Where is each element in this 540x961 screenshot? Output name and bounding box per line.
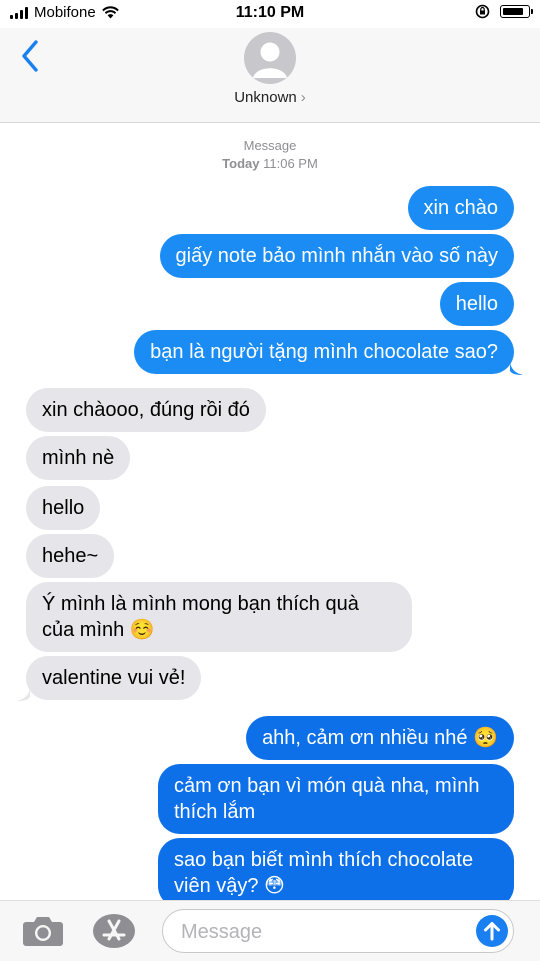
battery-icon [500,5,533,18]
message-bubble-received[interactable]: Ý mình là mình mong bạn thích quà của mì… [26,582,412,652]
message-bubble-sent[interactable]: hello [439,282,514,326]
message-bubble-received[interactable]: hehe~ [26,534,115,578]
bubble-tail [17,688,30,701]
message-bubble-sent[interactable]: bạn là người tặng mình chocolate sao? [134,330,514,374]
camera-icon[interactable] [22,915,64,947]
contact-name-button[interactable]: Unknown › [0,89,540,106]
message-bubble-sent[interactable]: giấy note bảo mình nhắn vào số này [159,234,514,278]
message-bubble-received[interactable]: xin chàooo, đúng rồi đó [26,388,266,432]
timestamp-day: Today [222,156,260,171]
status-right [475,4,533,19]
clock: 11:10 PM [235,4,305,21]
avatar[interactable] [244,32,296,84]
timestamp: Today 11:06 PM [0,156,540,171]
contact-name: Unknown [234,89,297,106]
person-silhouette-icon [253,42,287,78]
service-label: Message [243,138,297,153]
message-bubble-sent[interactable]: ahh, cảm ơn nhiều nhé 🥺 [246,716,514,760]
send-button[interactable] [476,915,508,947]
bubble-tail [510,362,523,375]
orientation-lock-icon [475,4,490,19]
message-bubble-received[interactable]: valentine vui vẻ! [26,656,202,700]
message-bubble-sent[interactable]: xin chào [407,186,514,230]
app-store-icon[interactable] [92,913,136,949]
message-bubble-sent[interactable]: cảm ơn bạn vì món quà nha, mình thích lắ… [158,764,514,834]
message-bubble-received[interactable]: hello [26,486,101,530]
message-bubble-received[interactable]: mình nè [26,436,131,480]
send-arrow-icon [484,922,500,941]
battery-level [503,8,523,15]
chevron-left-icon[interactable] [14,36,48,76]
message-input[interactable] [179,918,463,946]
status-bar: Mobifone 11:10 PM [0,0,540,28]
message-bubble-sent[interactable]: sao bạn biết mình thích chocolate viên v… [158,838,514,908]
composer-bar [0,900,540,961]
conversation-header: Unknown › [0,28,540,123]
timestamp-time: 11:06 PM [263,156,318,171]
message-input-field[interactable] [162,909,514,953]
chevron-right-icon: › [300,89,306,106]
